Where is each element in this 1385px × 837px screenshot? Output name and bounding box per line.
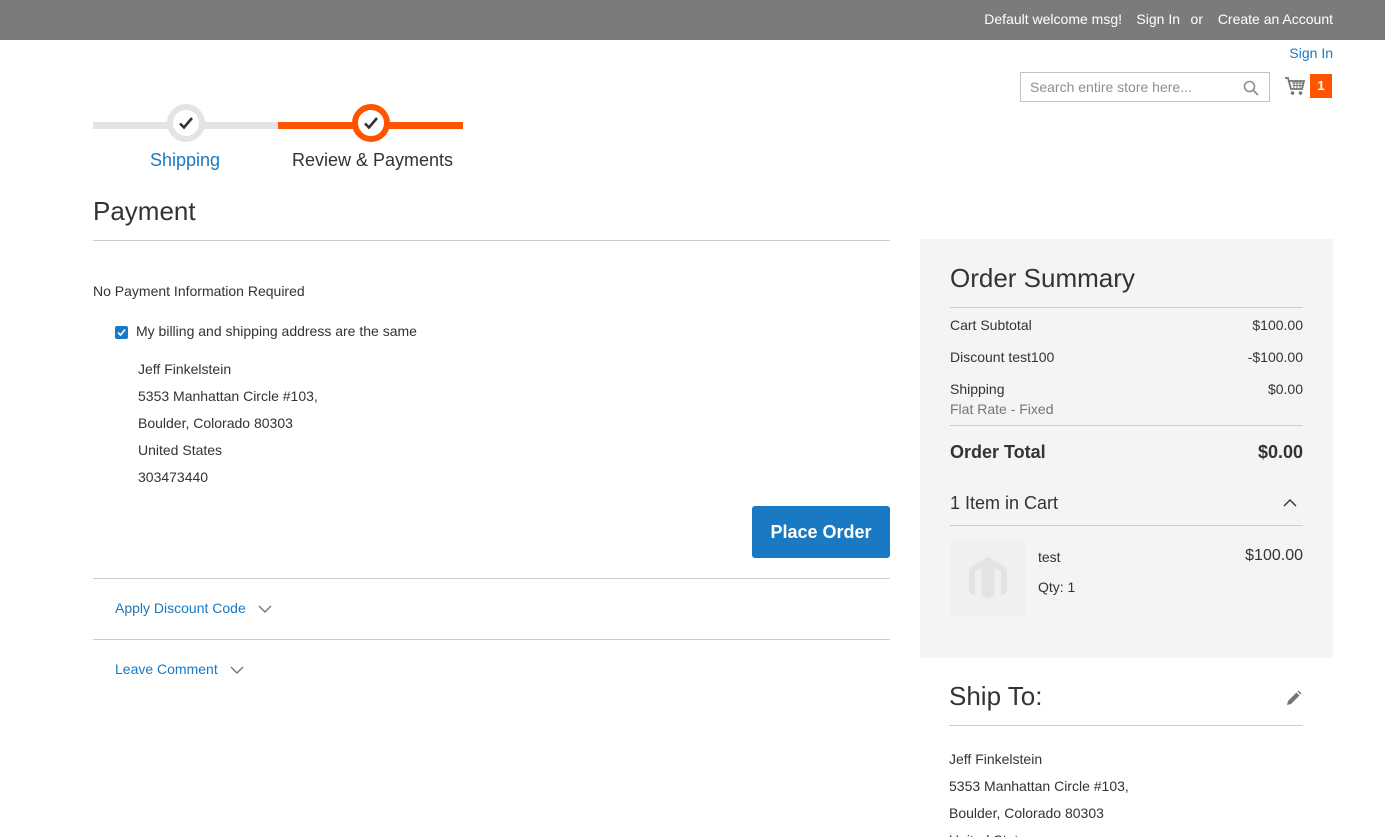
- subtotal-label: Cart Subtotal: [950, 317, 1032, 333]
- order-total-row: Order Total $0.00: [950, 442, 1303, 463]
- address-street: 5353 Manhattan Circle #103,: [138, 388, 318, 404]
- pencil-icon[interactable]: [1285, 690, 1302, 707]
- divider: [950, 307, 1303, 308]
- create-account-link[interactable]: Create an Account: [1218, 11, 1333, 27]
- ship-to-country: United States: [949, 827, 1129, 837]
- ship-to-name: Jeff Finkelstein: [949, 751, 1043, 767]
- cart-count-badge: 1: [1310, 74, 1332, 98]
- subtotal-value: $100.00: [1252, 317, 1303, 333]
- product-thumbnail: [950, 541, 1025, 616]
- leave-comment-label: Leave Comment: [115, 661, 218, 677]
- items-in-cart-toggle[interactable]: 1 Item in Cart: [950, 493, 1303, 514]
- topbar-sign-in-link[interactable]: Sign In: [1136, 11, 1180, 27]
- divider: [93, 639, 890, 640]
- leave-comment-toggle[interactable]: Leave Comment: [115, 661, 244, 677]
- checkmark-icon: [117, 328, 126, 337]
- address-name: Jeff Finkelstein: [138, 361, 232, 377]
- billing-same-checkbox[interactable]: [115, 326, 128, 339]
- divider: [93, 578, 890, 579]
- shipping-method: Flat Rate - Fixed: [950, 401, 1054, 417]
- divider: [950, 425, 1303, 426]
- minicart-button[interactable]: 1: [1284, 74, 1334, 98]
- chevron-down-icon: [230, 666, 244, 674]
- subtotal-row: Cart Subtotal $100.00: [950, 317, 1303, 333]
- discount-label: Discount test100: [950, 349, 1055, 365]
- items-in-cart-label: 1 Item in Cart: [950, 493, 1059, 513]
- discount-code-label: Apply Discount Code: [115, 600, 246, 616]
- checkmark-icon: [364, 117, 378, 130]
- billing-same-label[interactable]: My billing and shipping address are the …: [136, 323, 417, 339]
- step-shipping-marker: [167, 104, 205, 142]
- search-icon[interactable]: [1243, 80, 1259, 96]
- header-sign-in-link[interactable]: Sign In: [1289, 45, 1333, 61]
- order-summary: Order Summary Cart Subtotal $100.00 Disc…: [920, 239, 1333, 658]
- checkmark-icon: [179, 117, 193, 130]
- shipping-label: Shipping: [950, 381, 1005, 397]
- chevron-up-icon: [1283, 499, 1297, 507]
- shipping-value: $0.00: [1267, 381, 1303, 397]
- ship-to-title: Ship To:: [949, 681, 1043, 711]
- order-total-label: Order Total: [950, 442, 1046, 462]
- step-review-marker: [352, 104, 390, 142]
- discount-value: -$100.00: [1247, 349, 1303, 365]
- address-city: Boulder, Colorado 80303: [138, 415, 293, 431]
- step-shipping-link[interactable]: Shipping: [150, 150, 220, 171]
- divider: [950, 525, 1303, 526]
- shopping-cart-icon: [1285, 77, 1306, 95]
- search-box: [1020, 72, 1270, 102]
- divider: [949, 725, 1303, 726]
- address-country: United States: [138, 442, 223, 458]
- welcome-message: Default welcome msg!: [984, 11, 1122, 27]
- step-review-label: Review & Payments: [292, 150, 454, 170]
- search-input[interactable]: [1021, 73, 1241, 101]
- chevron-down-icon: [258, 605, 272, 613]
- ship-to-street: 5353 Manhattan Circle #103,: [949, 778, 1129, 794]
- place-order-button[interactable]: Place Order: [752, 506, 890, 558]
- order-total-value: $0.00: [1257, 442, 1303, 462]
- item-price: $100.00: [1245, 547, 1303, 564]
- payment-title: Payment: [93, 196, 196, 226]
- top-panel: Default welcome msg! Sign In or Create a…: [0, 0, 1385, 40]
- billing-address: Jeff Finkelstein 5353 Manhattan Circle #…: [138, 356, 318, 491]
- discount-row: Discount test100 -$100.00: [950, 349, 1303, 365]
- ship-to-address: Jeff Finkelstein 5353 Manhattan Circle #…: [949, 746, 1129, 837]
- ship-to-city: Boulder, Colorado 80303: [949, 805, 1104, 821]
- divider: [93, 240, 890, 241]
- address-phone: 303473440: [138, 469, 209, 485]
- item-quantity: Qty: 1: [1038, 579, 1076, 595]
- topbar-or-text: or: [1190, 11, 1203, 27]
- shipping-row: Shipping $0.00: [950, 381, 1303, 397]
- order-summary-title: Order Summary: [950, 263, 1135, 293]
- product-placeholder-icon: [969, 557, 1007, 599]
- discount-code-toggle[interactable]: Apply Discount Code: [115, 600, 272, 616]
- item-name: test: [1038, 549, 1061, 565]
- no-payment-message: No Payment Information Required: [93, 283, 305, 299]
